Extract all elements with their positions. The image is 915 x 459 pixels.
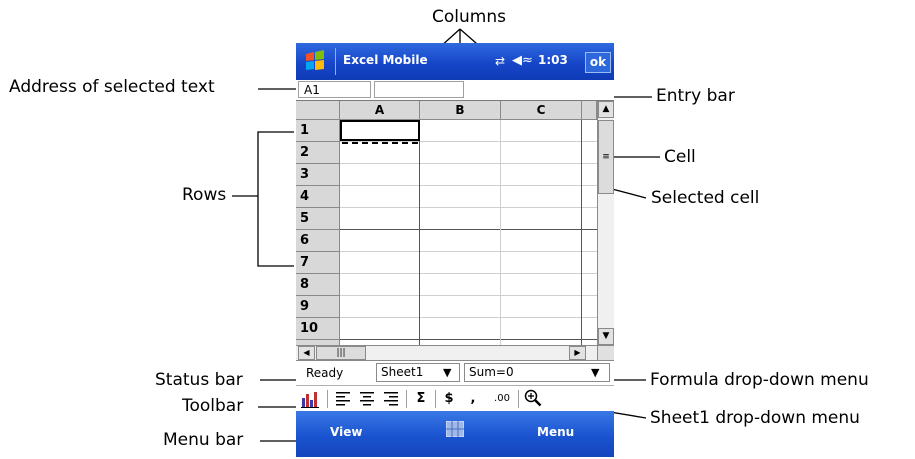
- gridline-row: [340, 273, 597, 274]
- gridline-column: [581, 120, 582, 345]
- callout-entry-bar: Entry bar: [656, 86, 735, 106]
- vertical-scroll-thumb[interactable]: ≡: [598, 120, 614, 194]
- callout-formula-menu: Formula drop-down menu: [650, 370, 869, 390]
- callout-address: Address of selected text: [9, 77, 215, 97]
- row-header-5[interactable]: 5: [296, 208, 340, 230]
- callout-columns: Columns: [432, 7, 506, 27]
- connectivity-icon[interactable]: ⇄: [495, 54, 505, 68]
- row-header-3[interactable]: 3: [296, 164, 340, 186]
- worksheet-grid[interactable]: A B C 1 2 3 4 5 6 7 8 9 10: [296, 101, 597, 345]
- callout-menu-bar: Menu bar: [163, 430, 244, 450]
- entry-row: A1: [296, 80, 614, 101]
- callout-status-bar: Status bar: [155, 370, 243, 390]
- row-header-8[interactable]: 8: [296, 274, 340, 296]
- gridline-row: [340, 207, 597, 208]
- title-separator: [335, 48, 336, 75]
- speaker-icon[interactable]: ◀≈: [512, 53, 533, 68]
- column-header-c[interactable]: C: [501, 101, 582, 120]
- menu-button[interactable]: Menu: [537, 425, 574, 439]
- gridline-row: [340, 163, 597, 164]
- clock[interactable]: 1:03: [538, 53, 568, 67]
- align-center-icon[interactable]: [360, 392, 374, 406]
- currency-icon[interactable]: $: [440, 389, 458, 408]
- column-header-a[interactable]: A: [340, 101, 420, 120]
- horizontal-scroll-thumb[interactable]: |||: [316, 346, 366, 360]
- zoom-icon[interactable]: [524, 389, 542, 407]
- gridline-column: [500, 120, 501, 345]
- gridline-column: [419, 120, 420, 345]
- formula-dropdown-value: Sum=0: [469, 365, 514, 379]
- gridline-row: [340, 251, 597, 252]
- row-header-2[interactable]: 2: [296, 142, 340, 164]
- selected-cell-marquee: [342, 142, 418, 144]
- gridline-row-page-break: [340, 229, 597, 230]
- scroll-right-button[interactable]: ▶: [569, 346, 586, 360]
- callout-cell: Cell: [664, 147, 696, 167]
- scroll-down-button[interactable]: ▼: [598, 328, 614, 345]
- title-bar: Excel Mobile ⇄ ◀≈ 1:03 ok: [296, 43, 614, 80]
- ok-button[interactable]: ok: [585, 52, 611, 73]
- toolbar: Σ $ , .00: [296, 385, 614, 411]
- row-header-10[interactable]: 10: [296, 318, 340, 340]
- toolbar-separator: [327, 390, 328, 408]
- sheet-dropdown-value: Sheet1: [381, 365, 424, 379]
- toolbar-separator: [518, 390, 519, 408]
- selected-cell-a1[interactable]: [340, 120, 420, 141]
- scrollbar-corner: [597, 345, 614, 360]
- row-header-4[interactable]: 4: [296, 186, 340, 208]
- horizontal-scrollbar[interactable]: ◀ ||| ▶: [296, 345, 597, 360]
- toolbar-separator: [435, 390, 436, 408]
- gridline-row: [340, 295, 597, 296]
- scroll-up-button[interactable]: ▲: [598, 101, 614, 118]
- app-title: Excel Mobile: [343, 53, 428, 67]
- row-header-6[interactable]: 6: [296, 230, 340, 252]
- chevron-down-icon: ▼: [443, 366, 452, 379]
- sheet-dropdown[interactable]: Sheet1 ▼: [376, 363, 460, 382]
- entry-bar[interactable]: [374, 81, 464, 98]
- gridline-row-page-break: [340, 339, 597, 340]
- status-bar: Ready Sheet1 ▼ Sum=0 ▼: [296, 360, 614, 385]
- align-left-icon[interactable]: [336, 392, 350, 406]
- column-header-b[interactable]: B: [420, 101, 501, 120]
- decimal-icon[interactable]: .00: [488, 389, 516, 408]
- toolbar-separator: [406, 390, 407, 408]
- chevron-down-icon: ▼: [591, 366, 600, 379]
- row-header-1[interactable]: 1: [296, 120, 340, 142]
- callout-rows: Rows: [182, 185, 227, 205]
- formula-dropdown[interactable]: Sum=0 ▼: [464, 363, 610, 382]
- comma-style-icon[interactable]: ,: [466, 389, 480, 408]
- select-all-corner[interactable]: [296, 101, 340, 120]
- callout-toolbar: Toolbar: [182, 396, 244, 416]
- gridline-row: [340, 317, 597, 318]
- column-header-d[interactable]: [582, 101, 597, 120]
- status-text: Ready: [306, 366, 344, 380]
- scroll-left-button[interactable]: ◀: [298, 346, 315, 360]
- menu-bar: View Menu: [296, 411, 614, 457]
- keyboard-icon[interactable]: [446, 421, 464, 437]
- view-menu-button[interactable]: View: [330, 425, 362, 439]
- callout-selected-cell: Selected cell: [651, 188, 760, 208]
- cell-address-box[interactable]: A1: [298, 81, 371, 98]
- row-header-9[interactable]: 9: [296, 296, 340, 318]
- windows-logo-icon[interactable]: [304, 50, 326, 72]
- vertical-scrollbar[interactable]: ▲ ≡ ▼: [597, 101, 614, 345]
- gridline-row: [340, 185, 597, 186]
- align-right-icon[interactable]: [384, 392, 398, 406]
- autosum-icon[interactable]: Σ: [412, 389, 430, 408]
- callout-sheet-menu: Sheet1 drop-down menu: [650, 408, 860, 428]
- chart-icon[interactable]: [301, 390, 321, 408]
- excel-mobile-screen: Excel Mobile ⇄ ◀≈ 1:03 ok A1 A B C 1 2 3…: [296, 43, 614, 457]
- row-header-7[interactable]: 7: [296, 252, 340, 274]
